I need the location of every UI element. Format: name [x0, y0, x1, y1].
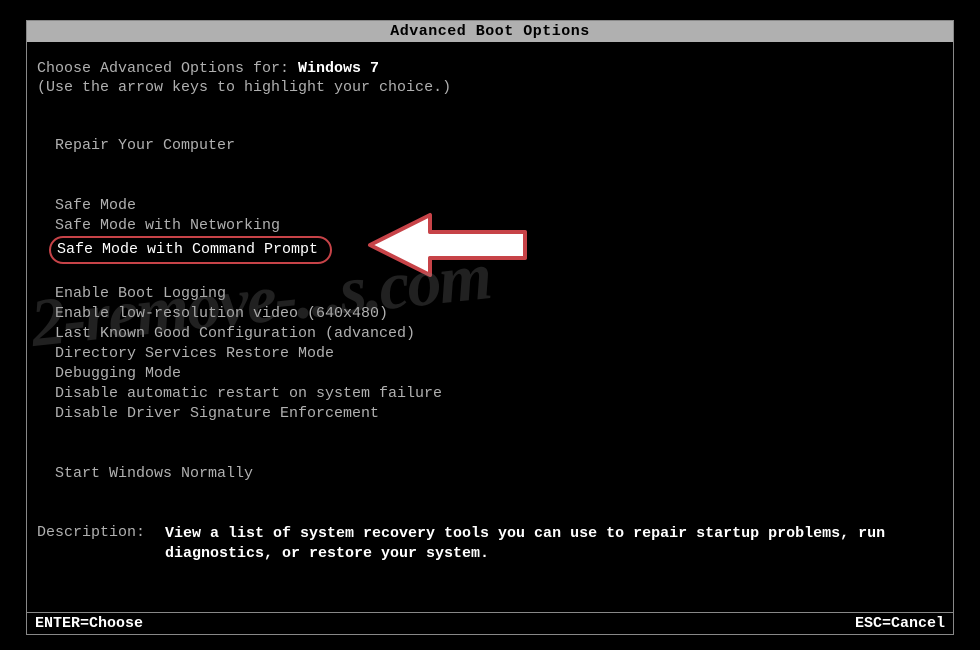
menu-item[interactable]: Safe Mode: [55, 196, 943, 216]
key-instructions: (Use the arrow keys to highlight your ch…: [37, 79, 943, 96]
description-row: Description: View a list of system recov…: [37, 524, 943, 564]
menu-item[interactable]: Last Known Good Configuration (advanced): [55, 324, 943, 344]
boot-menu: Repair Your Computer Safe ModeSafe Mode …: [37, 136, 943, 484]
menu-item[interactable]: Disable automatic restart on system fail…: [55, 384, 943, 404]
footer-esc: ESC=Cancel: [855, 615, 945, 632]
os-name: Windows 7: [298, 60, 379, 77]
menu-item[interactable]: Debugging Mode: [55, 364, 943, 384]
menu-item-repair[interactable]: Repair Your Computer: [55, 136, 943, 156]
intro-prefix: Choose Advanced Options for:: [37, 60, 298, 77]
menu-item[interactable]: Safe Mode with Networking: [55, 216, 943, 236]
menu-item[interactable]: Enable Boot Logging: [55, 284, 943, 304]
description-label: Description:: [37, 524, 165, 564]
menu-item[interactable]: Enable low-resolution video (640x480): [55, 304, 943, 324]
menu-item[interactable]: Directory Services Restore Mode: [55, 344, 943, 364]
footer-bar: ENTER=Choose ESC=Cancel: [27, 612, 953, 634]
menu-item-start-normally[interactable]: Start Windows Normally: [55, 464, 943, 484]
boot-options-window: Advanced Boot Options Choose Advanced Op…: [26, 20, 954, 635]
window-title: Advanced Boot Options: [27, 21, 953, 42]
footer-enter: ENTER=Choose: [35, 615, 143, 632]
content-area: Choose Advanced Options for: Windows 7 (…: [27, 42, 953, 564]
intro-line: Choose Advanced Options for: Windows 7: [37, 60, 943, 77]
menu-item[interactable]: Safe Mode with Command Prompt: [49, 236, 332, 264]
description-text: View a list of system recovery tools you…: [165, 524, 943, 564]
menu-item[interactable]: Disable Driver Signature Enforcement: [55, 404, 943, 424]
